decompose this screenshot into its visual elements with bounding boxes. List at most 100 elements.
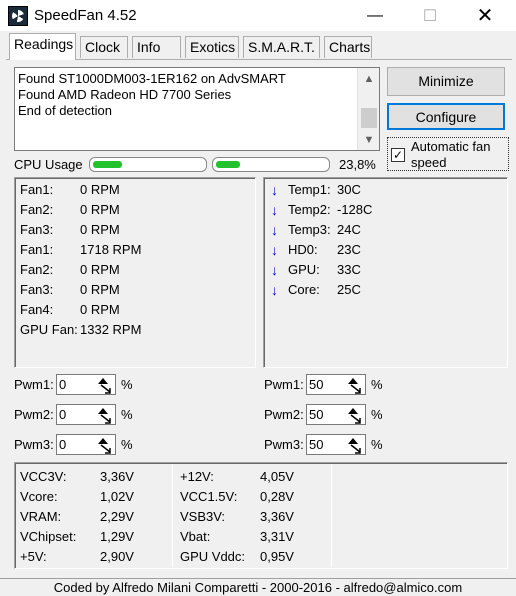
- temp-label: Core:: [288, 282, 320, 297]
- log-line: Found ST1000DM003-1ER162 on AdvSMART: [18, 71, 286, 86]
- temp-value: 23C: [337, 242, 361, 257]
- log-line: Found AMD Radeon HD 7700 Series: [18, 87, 232, 102]
- window-title: SpeedFan 4.52: [34, 7, 137, 24]
- fan-label: Fan1:: [20, 182, 54, 197]
- window-minimize-button[interactable]: —: [352, 0, 398, 31]
- fan-value: 0 RPM: [80, 182, 120, 197]
- pwm-label: Pwm3:: [264, 437, 304, 452]
- voltage-label: VSB3V:: [180, 509, 226, 524]
- cpu-usage-percent: 23,8%: [339, 157, 376, 172]
- pwm-label: Pwm1:: [14, 377, 54, 392]
- speedfan-app-icon[interactable]: [8, 6, 28, 26]
- pwm-label: Pwm1:: [264, 377, 304, 392]
- fan-value: 1718 RPM: [80, 242, 142, 257]
- column-divider: [172, 464, 173, 567]
- fan-value: 0 RPM: [80, 222, 120, 237]
- configure-button[interactable]: Configure: [387, 103, 505, 130]
- voltage-label: VCC3V:: [20, 469, 67, 484]
- cpu-core1-bar: [89, 157, 207, 172]
- pwm-spinner-icon[interactable]: [344, 405, 364, 424]
- pwm-percent: %: [371, 377, 383, 392]
- cpu-core1-fill: [93, 161, 122, 168]
- cpu-core2-bar: [212, 157, 330, 172]
- pwm-percent: %: [121, 377, 133, 392]
- pwm-percent: %: [121, 407, 133, 422]
- temp-value: 24C: [337, 222, 361, 237]
- temp-label: HD0:: [288, 242, 318, 257]
- pwm-label: Pwm2:: [264, 407, 304, 422]
- down-arrow-icon: ↓: [271, 242, 278, 258]
- pwm-spinner-icon[interactable]: [94, 375, 114, 394]
- pwm-spinner-icon[interactable]: [344, 435, 364, 454]
- fan-value: 0 RPM: [80, 302, 120, 317]
- tab-info[interactable]: Info: [132, 36, 181, 58]
- gpu-fan-value: 1332 RPM: [80, 322, 142, 337]
- pwm-percent: %: [371, 437, 383, 452]
- gpu-fan-label: GPU Fan:: [20, 322, 78, 337]
- temp-value: 30C: [337, 182, 361, 197]
- pwm-label: Pwm2:: [14, 407, 54, 422]
- voltage-label: VChipset:: [20, 529, 77, 544]
- automatic-fan-speed-label[interactable]: Automatic fan speed: [411, 139, 507, 171]
- fan-value: 0 RPM: [80, 202, 120, 217]
- scroll-up-icon[interactable]: ▲: [358, 70, 380, 88]
- down-arrow-icon: ↓: [271, 182, 278, 198]
- pwm-label: Pwm3:: [14, 437, 54, 452]
- scroll-thumb[interactable]: [361, 108, 377, 128]
- tab-smart[interactable]: S.M.A.R.T.: [243, 36, 320, 58]
- voltage-value: 3,31V: [260, 529, 294, 544]
- voltage-value: 3,36V: [100, 469, 134, 484]
- down-arrow-icon: ↓: [271, 222, 278, 238]
- window-close-button[interactable]: ✕: [462, 0, 508, 31]
- voltage-value: 4,05V: [260, 469, 294, 484]
- tab-charts[interactable]: Charts: [324, 36, 372, 58]
- voltage-label: VCC1.5V:: [180, 489, 238, 504]
- temp-label: Temp1:: [288, 182, 331, 197]
- temp-label: GPU:: [288, 262, 320, 277]
- pwm-spinner-icon[interactable]: [94, 405, 114, 424]
- column-divider: [331, 464, 332, 567]
- fan-label: Fan3:: [20, 222, 54, 237]
- automatic-fan-speed-checkbox[interactable]: ✓: [391, 148, 405, 162]
- temp-value: 33C: [337, 262, 361, 277]
- voltage-label: +12V:: [180, 469, 214, 484]
- voltage-label: Vbat:: [180, 529, 211, 544]
- temp-label: Temp2:: [288, 202, 331, 217]
- log-scrollbar[interactable]: ▲ ▼: [357, 68, 379, 150]
- log-line: End of detection: [18, 103, 112, 118]
- fan-label: Fan2:: [20, 202, 54, 217]
- voltage-value: 3,36V: [260, 509, 294, 524]
- tab-clock[interactable]: Clock: [80, 36, 128, 58]
- voltage-label: +5V:: [20, 549, 47, 564]
- fan-label: Fan1:: [20, 242, 54, 257]
- detection-log[interactable]: Found ST1000DM003-1ER162 on AdvSMART Fou…: [14, 67, 380, 151]
- tab-readings[interactable]: Readings: [9, 33, 76, 60]
- voltage-label: GPU Vddc:: [180, 549, 246, 564]
- fan-label: Fan4:: [20, 302, 54, 317]
- fan-label: Fan2:: [20, 262, 54, 277]
- voltage-value: 1,02V: [100, 489, 134, 504]
- minimize-button[interactable]: Minimize: [387, 67, 505, 96]
- pwm-spinner-icon[interactable]: [94, 435, 114, 454]
- temp-label: Temp3:: [288, 222, 331, 237]
- fan-label: Fan3:: [20, 282, 54, 297]
- down-arrow-icon: ↓: [271, 282, 278, 298]
- voltage-value: 1,29V: [100, 529, 134, 544]
- down-arrow-icon: ↓: [271, 262, 278, 278]
- pwm-spinner-icon[interactable]: [344, 375, 364, 394]
- fan-value: 0 RPM: [80, 262, 120, 277]
- scroll-down-icon[interactable]: ▼: [358, 131, 380, 149]
- fan-value: 0 RPM: [80, 282, 120, 297]
- voltage-label: Vcore:: [20, 489, 58, 504]
- voltage-value: 0,95V: [260, 549, 294, 564]
- temp-value: 25C: [337, 282, 361, 297]
- pwm-percent: %: [121, 437, 133, 452]
- down-arrow-icon: ↓: [271, 202, 278, 218]
- cpu-usage-label: CPU Usage: [14, 157, 83, 172]
- voltage-value: 0,28V: [260, 489, 294, 504]
- voltage-value: 2,29V: [100, 509, 134, 524]
- status-bar: Coded by Alfredo Milani Comparetti - 200…: [0, 578, 516, 596]
- window-maximize-button[interactable]: ☐: [407, 0, 453, 31]
- cpu-core2-fill: [216, 161, 240, 168]
- tab-exotics[interactable]: Exotics: [185, 36, 239, 58]
